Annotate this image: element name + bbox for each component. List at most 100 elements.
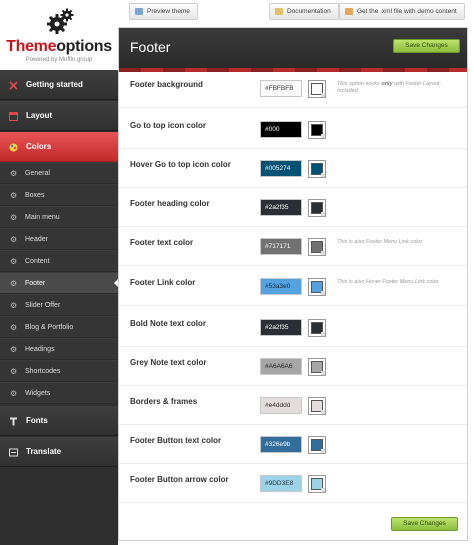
color-hex-input[interactable]: #FBFBFB — [260, 80, 302, 97]
color-hex-input[interactable]: #e4dddd — [260, 397, 302, 414]
logo-title: Themeoptions — [0, 38, 118, 56]
color-hex-input[interactable]: #2a2f35 — [260, 199, 302, 216]
option-row: Go to top icon color #000 — [119, 109, 467, 149]
color-picker-swatch[interactable] — [308, 278, 326, 296]
color-hex-input[interactable]: #326e9b — [260, 436, 302, 453]
color-picker-swatch[interactable] — [308, 80, 326, 98]
color-hex-input[interactable]: #000 — [260, 121, 302, 138]
swatch-corner-icon — [321, 173, 325, 177]
sidebar-subitem-general[interactable]: ⚙ General — [0, 162, 118, 184]
swatch-corner-icon — [321, 449, 325, 453]
color-picker-swatch[interactable] — [308, 436, 326, 454]
sidebar-item-label: Translate — [26, 447, 62, 456]
save-changes-button-top[interactable]: Save Changes — [393, 39, 460, 53]
sidebar-subitem-headings[interactable]: ⚙ Headings — [0, 338, 118, 360]
option-note-emphasis: only — [381, 81, 393, 87]
option-row: Footer text color #717171 This is also Foo… — [119, 226, 467, 266]
option-label: Footer Button text color — [130, 436, 222, 445]
swatch-corner-icon — [321, 371, 325, 375]
sidebar-subitem-blog-portfolio[interactable]: ⚙ Blog & Portfolio — [0, 316, 118, 338]
swatch-corner-icon — [321, 93, 325, 97]
sidebar-item-label: Getting started — [26, 80, 83, 89]
page-title: Footer — [130, 39, 171, 55]
option-note: This is also Hover Footer Menu Link colo… — [337, 279, 461, 286]
logo-title-theme: Theme — [6, 38, 57, 55]
sidebar-subitem-content[interactable]: ⚙ Content — [0, 250, 118, 272]
option-note-text: This is also Footer Menu Link color. — [337, 239, 424, 245]
color-hex-input[interactable]: #9DD3E8 — [260, 475, 302, 492]
preview-theme-button[interactable]: Preview theme — [129, 3, 198, 20]
sidebar-item-label: Colors — [26, 142, 52, 151]
color-picker-swatch[interactable] — [308, 319, 326, 337]
sidebar-subitem-widgets[interactable]: ⚙ Widgets — [0, 382, 118, 404]
sidebar-item-colors[interactable]: Colors — [0, 132, 118, 162]
sidebar-subitem-label: Blog & Portfolio — [25, 324, 74, 331]
preview-theme-label: Preview theme — [147, 8, 190, 15]
documentation-label: Documentation — [287, 8, 331, 15]
sidebar-subitem-label: Boxes — [25, 192, 45, 199]
color-hex-input[interactable]: #53a3e0 — [260, 278, 302, 295]
option-label: Go to top icon color — [130, 121, 206, 130]
top-toolbar: Preview theme Documentation Get the .xml… — [118, 0, 474, 24]
option-row: Borders & frames #e4dddd — [119, 385, 467, 425]
sidebar-subitem-slider-offer[interactable]: ⚙ Slider Offer — [0, 294, 118, 316]
gear-icon: ⚙ — [10, 279, 18, 288]
sidebar-subitem-label: Footer — [25, 280, 46, 287]
option-row: Bold Note text color #2a2f35 — [119, 307, 467, 347]
sidebar-subitem-label: Widgets — [25, 390, 51, 397]
gear-icon: ⚙ — [10, 301, 18, 310]
download-icon — [345, 8, 353, 15]
color-picker-swatch[interactable] — [308, 199, 326, 217]
color-picker-swatch[interactable] — [308, 160, 326, 178]
sidebar-subitem-label: General — [25, 170, 50, 177]
download-xml-button[interactable]: Get the .xml file with demo content — [339, 3, 465, 20]
color-picker-swatch[interactable] — [308, 475, 326, 493]
download-xml-label: Get the .xml file with demo content — [357, 8, 457, 15]
sidebar-subitem-shortcodes[interactable]: ⚙ Shortcodes — [0, 360, 118, 382]
logo-area: Themeoptions Powered by Muffin group — [0, 0, 118, 70]
option-label: Bold Note text color — [130, 319, 207, 328]
color-picker-swatch[interactable] — [308, 238, 326, 256]
color-hex-input[interactable]: #717171 — [260, 238, 302, 255]
color-picker-swatch[interactable] — [308, 397, 326, 415]
sidebar-item-layout[interactable]: Layout — [0, 101, 118, 131]
color-hex-input[interactable]: #A6A6A6 — [260, 358, 302, 375]
gear-icon: ⚙ — [10, 169, 18, 178]
sidebar-subitem-header[interactable]: ⚙ Header — [0, 228, 118, 250]
save-changes-button-bottom[interactable]: Save Changes — [391, 517, 458, 531]
option-label: Footer heading color — [130, 199, 210, 208]
document-icon — [275, 8, 283, 15]
sidebar-item-translate[interactable]: Translate — [0, 437, 118, 467]
sidebar-subitem-boxes[interactable]: ⚙ Boxes — [0, 184, 118, 206]
option-note: This is also Footer Menu Link color. — [337, 239, 461, 246]
option-row: Footer background #FBFBFB This option work… — [119, 68, 467, 108]
sidebar-subitem-label: Headings — [25, 346, 55, 353]
color-picker-swatch[interactable] — [308, 358, 326, 376]
option-label: Borders & frames — [130, 397, 198, 406]
gear-icon: ⚙ — [10, 323, 18, 332]
documentation-button[interactable]: Documentation — [269, 3, 339, 20]
sidebar-item-getting-started[interactable]: Getting started — [0, 70, 118, 100]
option-row: Hover Go to top icon color #005274 — [119, 148, 467, 188]
logo-subtitle: Powered by Muffin group — [25, 57, 93, 63]
sidebar-subitem-label: Main menu — [25, 214, 60, 221]
option-label: Hover Go to top icon color — [130, 160, 231, 169]
swatch-corner-icon — [321, 488, 325, 492]
color-picker-swatch[interactable] — [308, 121, 326, 139]
options-panel: Footer Save Changes Footer background #FB… — [118, 27, 468, 541]
swatch-corner-icon — [321, 212, 325, 216]
sidebar-item-fonts[interactable]: Fonts — [0, 406, 118, 436]
option-label: Grey Note text color — [130, 358, 207, 367]
option-label: Footer background — [130, 80, 203, 89]
color-hex-input[interactable]: #005274 — [260, 160, 302, 177]
swatch-corner-icon — [321, 291, 325, 295]
option-row: Footer heading color #2a2f35 — [119, 187, 467, 227]
preview-icon — [135, 8, 143, 15]
sidebar-subitem-main-menu[interactable]: ⚙ Main menu — [0, 206, 118, 228]
option-label: Footer Link color — [130, 278, 196, 287]
option-label: Footer text color — [130, 238, 194, 247]
color-hex-input[interactable]: #2a2f35 — [260, 319, 302, 336]
sidebar-subitem-footer[interactable]: ⚙ Footer — [0, 272, 119, 294]
palette-icon — [9, 143, 18, 152]
layout-icon — [9, 112, 18, 121]
